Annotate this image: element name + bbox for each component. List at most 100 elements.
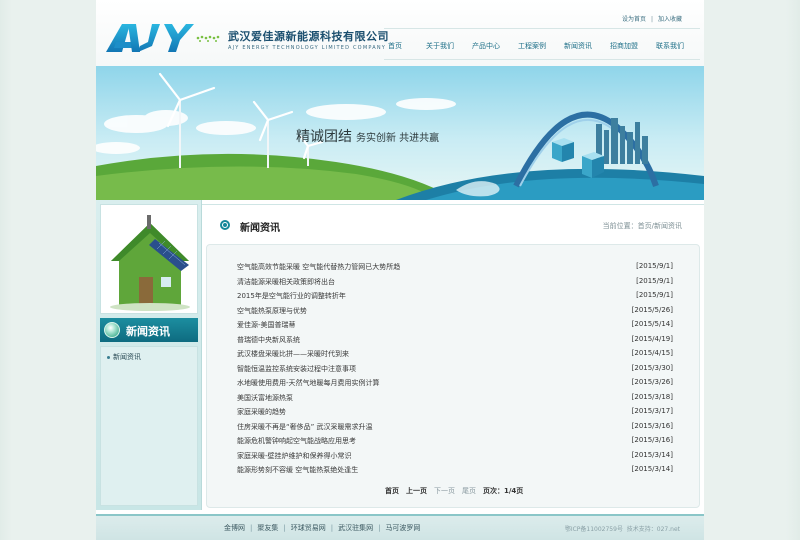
- list-item: 家庭采暖的趋势 [2015/3/17]: [237, 407, 673, 421]
- icp-number: 鄂ICP备11002759号: [564, 526, 623, 533]
- footer-link[interactable]: 聚友集: [257, 524, 278, 532]
- news-date: [2015/3/14]: [631, 465, 673, 473]
- list-item: 普瑞德中央新风系统 [2015/4/19]: [237, 335, 673, 349]
- sidebar-title-text: 新闻资讯: [126, 325, 170, 338]
- news-date: [2015/9/1]: [636, 276, 673, 285]
- pager-first[interactable]: 首页: [385, 487, 399, 495]
- separator: |: [283, 524, 286, 532]
- sidebar-title: 新闻资讯: [100, 318, 198, 342]
- bullet-icon: [107, 355, 110, 359]
- list-item: 能源危机警钟响起空气能战略应用思考 [2015/3/16]: [237, 436, 673, 450]
- news-title-link[interactable]: 住房采暖不再是“奢侈品” 武汉采暖需求升温: [237, 422, 372, 432]
- solar-house-image: [100, 204, 198, 314]
- nav-cases[interactable]: 工程案例: [518, 41, 546, 51]
- news-title-link[interactable]: 家庭采暖-壁挂炉维护和保养得小常识: [237, 451, 352, 461]
- separator: |: [378, 524, 381, 532]
- page-title: 新闻资讯: [240, 223, 280, 234]
- news-date: [2015/5/14]: [631, 320, 673, 328]
- footer-link[interactable]: 马可波罗网: [385, 524, 420, 532]
- list-item: 美国沃富地源热泵 [2015/3/18]: [237, 393, 673, 407]
- power-icon: [104, 322, 120, 338]
- news-date: [2015/4/15]: [631, 349, 673, 357]
- site-footer: 金博网 | 聚友集 | 环球贸易网 | 武汉驻集网 | 马可波罗网 鄂ICP备11002759号…: [96, 514, 704, 540]
- footer-link[interactable]: 环球贸易网: [291, 524, 326, 532]
- news-title-link[interactable]: 清洁能源采暖相关政策即将出台: [237, 277, 335, 287]
- list-item: 空气能热泵原理与优势 [2015/5/26]: [237, 306, 673, 320]
- news-date: [2015/9/1]: [636, 262, 673, 270]
- company-name-en: AJY ENERGY TECHNOLOGY LIMITED COMPANY: [228, 45, 387, 51]
- top-links: 设为首页 | 加入收藏: [622, 14, 682, 23]
- company-name-cn: 武汉爱佳源新能源科技有限公司: [228, 30, 389, 43]
- news-title-link[interactable]: 智能恒温监控系统安装过程中注意事项: [237, 364, 356, 374]
- hero-banner: 精诚团结 务实创新 共进共赢: [96, 66, 704, 200]
- list-item: 家庭采暖-壁挂炉维护和保养得小常识 [2015/3/14]: [237, 451, 673, 465]
- nav-home[interactable]: 首页: [388, 41, 402, 51]
- nav-contact[interactable]: 联系我们: [656, 41, 684, 51]
- nav-about[interactable]: 关于我们: [426, 41, 454, 51]
- nav-products[interactable]: 产品中心: [472, 41, 500, 51]
- news-title-link[interactable]: 2015年是空气能行业的调整转折年: [237, 291, 346, 301]
- list-item: 爱佳源-美国普瑞蒂 [2015/5/14]: [237, 320, 673, 334]
- news-date: [2015/3/30]: [631, 363, 673, 372]
- nav-news[interactable]: 新闻资讯: [564, 41, 592, 51]
- sidebar-list: 新闻资讯: [100, 346, 198, 506]
- footer-link[interactable]: 金博网: [224, 524, 245, 532]
- list-item: 能源形势刻不容缓 空气能热泵绝处逢生 [2015/3/14]: [237, 465, 673, 479]
- news-date: [2015/3/18]: [631, 392, 673, 401]
- list-item: 智能恒温监控系统安装过程中注意事项 [2015/3/30]: [237, 364, 673, 378]
- pager-last: 尾页: [462, 487, 476, 495]
- breadcrumb-current[interactable]: 新闻资讯: [654, 222, 682, 230]
- news-date: [2015/3/26]: [631, 378, 673, 386]
- news-title-link[interactable]: 能源危机警钟响起空气能战略应用思考: [237, 436, 356, 446]
- sidebar-item-label: 新闻资讯: [113, 353, 141, 361]
- nav-franchise[interactable]: 招商加盟: [610, 41, 638, 51]
- ajy-logo-mark: [106, 24, 220, 52]
- tech-support: 技术支持：027.net: [626, 526, 680, 533]
- site-header: 武汉爱佳源新能源科技有限公司 AJY ENERGY TECHNOLOGY LIM…: [96, 0, 704, 66]
- news-date: [2015/4/19]: [631, 334, 673, 343]
- news-title-link[interactable]: 水地暖使用费用-天然气地暖每月费用实例计算: [237, 378, 380, 388]
- company-logo[interactable]: 武汉爱佳源新能源科技有限公司 AJY ENERGY TECHNOLOGY LIM…: [102, 20, 389, 56]
- news-date: [2015/5/26]: [631, 305, 673, 314]
- add-favorite-link[interactable]: 加入收藏: [658, 16, 682, 23]
- footer-links: 金博网 | 聚友集 | 环球贸易网 | 武汉驻集网 | 马可波罗网: [224, 523, 420, 533]
- list-item: 空气能高效节能采暖 空气能代替热力管网已大势所趋 [2015/9/1]: [237, 262, 673, 276]
- banner-slogan: 精诚团结 务实创新 共进共赢: [296, 126, 439, 146]
- separator: |: [650, 16, 653, 23]
- news-title-link[interactable]: 空气能高效节能采暖 空气能代替热力管网已大势所趋: [237, 262, 400, 272]
- news-title-link[interactable]: 爱佳源-美国普瑞蒂: [237, 320, 296, 330]
- news-title-link[interactable]: 能源形势刻不容缓 空气能热泵绝处逢生: [237, 465, 358, 475]
- sidebar-item-news[interactable]: 新闻资讯: [107, 352, 141, 362]
- breadcrumb-home[interactable]: 首页: [638, 222, 652, 230]
- list-item: 清洁能源采暖相关政策即将出台 [2015/9/1]: [237, 277, 673, 291]
- news-title-link[interactable]: 武汉楼盘采暖比拼——采暖时代到来: [237, 349, 349, 359]
- page: 武汉爱佳源新能源科技有限公司 AJY ENERGY TECHNOLOGY LIM…: [96, 0, 704, 540]
- footer-link[interactable]: 武汉驻集网: [338, 524, 373, 532]
- news-title-link[interactable]: 美国沃富地源热泵: [237, 393, 293, 403]
- news-date: [2015/3/14]: [631, 450, 673, 459]
- solar-house-icon: [110, 215, 190, 311]
- list-item: 武汉楼盘采暖比拼——采暖时代到来 [2015/4/15]: [237, 349, 673, 363]
- main-nav: 首页 关于我们 产品中心 工程案例 新闻资讯 招商加盟 联系我们: [384, 28, 700, 60]
- pager-next: 下一页: [434, 487, 455, 495]
- news-date: [2015/3/17]: [631, 407, 673, 415]
- news-title-link[interactable]: 家庭采暖的趋势: [237, 407, 286, 417]
- section-bullet-icon: [220, 220, 230, 230]
- breadcrumb: 当前位置：首页/新闻资讯: [603, 221, 682, 231]
- sidebar: 新闻资讯 新闻资讯: [96, 200, 202, 510]
- slogan-main: 精诚团结: [296, 129, 352, 145]
- news-title-link[interactable]: 空气能热泵原理与优势: [237, 306, 307, 316]
- slogan-sub: 务实创新 共进共赢: [356, 133, 440, 144]
- news-date: [2015/3/16]: [631, 436, 673, 444]
- set-homepage-link[interactable]: 设为首页: [622, 16, 646, 23]
- list-item: 2015年是空气能行业的调整转折年 [2015/9/1]: [237, 291, 673, 305]
- news-title-link[interactable]: 普瑞德中央新风系统: [237, 335, 300, 345]
- pager-info: 页次：1/4页: [483, 487, 524, 495]
- pagination: 首页 上一页 下一页 尾页 页次：1/4页: [385, 486, 530, 496]
- separator: |: [250, 524, 253, 532]
- content-header: 新闻资讯 当前位置：首页/新闻资讯: [202, 200, 704, 244]
- pager-prev[interactable]: 上一页: [406, 487, 427, 495]
- divider: [202, 204, 704, 205]
- separator: |: [330, 524, 334, 532]
- news-panel: 空气能高效节能采暖 空气能代替热力管网已大势所趋 [2015/9/1] 清洁能源采…: [206, 244, 700, 508]
